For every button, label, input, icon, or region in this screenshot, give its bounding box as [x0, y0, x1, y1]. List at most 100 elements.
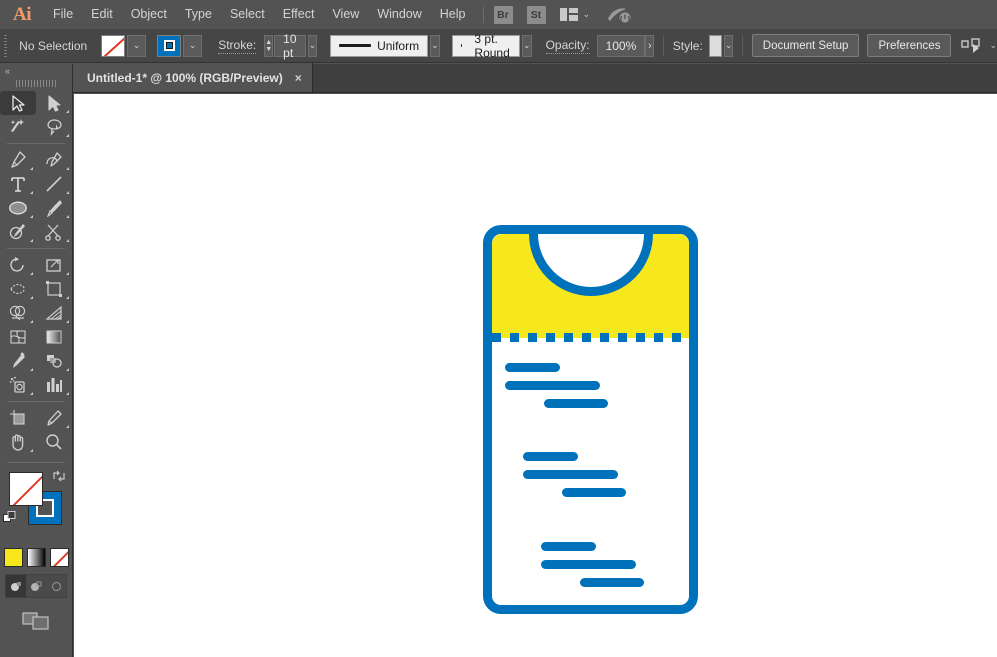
card-illustration[interactable]: [483, 225, 707, 623]
menu-item-edit[interactable]: Edit: [82, 0, 122, 29]
text-bar[interactable]: [562, 488, 626, 497]
color-swatch[interactable]: [4, 548, 23, 567]
menu-item-type[interactable]: Type: [176, 0, 221, 29]
text-bar[interactable]: [523, 452, 578, 461]
stroke-weight-label[interactable]: Stroke:: [218, 38, 256, 54]
document-tab-title: Untitled-1* @ 100% (RGB/Preview): [87, 71, 283, 85]
stroke-weight-input[interactable]: 10 pt: [274, 35, 305, 57]
preferences-button[interactable]: Preferences: [867, 34, 951, 57]
document-setup-button[interactable]: Document Setup: [752, 34, 860, 57]
illustrator-window: Ai File Edit Object Type Select Effect V…: [0, 0, 997, 657]
graphic-style-swatch[interactable]: [709, 35, 722, 57]
menu-item-help[interactable]: Help: [431, 0, 475, 29]
slice-tool[interactable]: [36, 406, 72, 430]
perspective-grid-tool[interactable]: [36, 301, 72, 325]
menu-item-window[interactable]: Window: [368, 0, 430, 29]
stroke-dropdown-button[interactable]: ⌄: [183, 35, 202, 57]
stroke-profile-select[interactable]: Uniform: [330, 35, 428, 57]
style-dropdown-button[interactable]: ⌄: [724, 35, 734, 57]
text-bar[interactable]: [541, 542, 596, 551]
selection-tool[interactable]: [0, 91, 36, 115]
width-tool[interactable]: [0, 277, 36, 301]
change-screen-mode-button[interactable]: [0, 610, 72, 632]
ellipse-tool[interactable]: [0, 196, 36, 220]
close-icon[interactable]: ×: [295, 71, 302, 85]
free-transform-tool[interactable]: [36, 277, 72, 301]
column-graph-tool[interactable]: [36, 373, 72, 397]
brush-preview-icon: [461, 44, 463, 47]
align-to-selection-icon[interactable]: [961, 38, 983, 54]
stroke-swatch-group[interactable]: ⌄: [157, 35, 202, 57]
shaper-tool[interactable]: [0, 220, 36, 244]
mesh-tool[interactable]: [0, 325, 36, 349]
fill-swatch-group[interactable]: ⌄: [101, 35, 146, 57]
zoom-tool[interactable]: [36, 430, 72, 454]
line-segment-tool[interactable]: [36, 172, 72, 196]
brush-definition-dropdown-button[interactable]: ⌄: [522, 35, 532, 57]
menu-item-select[interactable]: Select: [221, 0, 274, 29]
artboard-tool[interactable]: [0, 406, 36, 430]
text-bar[interactable]: [544, 399, 608, 408]
stroke-swatch-blue[interactable]: [157, 35, 181, 57]
type-tool[interactable]: [0, 172, 36, 196]
card-perforation-line[interactable]: [492, 333, 689, 342]
artboard-canvas[interactable]: [74, 94, 997, 657]
text-bar[interactable]: [505, 381, 600, 390]
gradient-tool[interactable]: [36, 325, 72, 349]
menu-item-file[interactable]: File: [44, 0, 82, 29]
lasso-tool[interactable]: [36, 115, 72, 139]
menu-item-effect[interactable]: Effect: [274, 0, 324, 29]
arrange-documents-icon[interactable]: ⌄: [560, 8, 591, 21]
menu-item-view[interactable]: View: [323, 0, 368, 29]
direct-selection-tool[interactable]: [36, 91, 72, 115]
none-swatch[interactable]: [50, 548, 69, 567]
symbol-sprayer-tool[interactable]: [0, 373, 36, 397]
control-bar-grip[interactable]: [4, 35, 7, 57]
align-dropdown-chevron-icon[interactable]: ⌄: [989, 41, 997, 50]
curvature-tool[interactable]: [36, 148, 72, 172]
collapse-panel-icon[interactable]: «: [0, 64, 72, 78]
opacity-input[interactable]: 100%: [597, 35, 646, 57]
rotate-tool[interactable]: [0, 253, 36, 277]
paintbrush-tool[interactable]: [36, 196, 72, 220]
pen-tool[interactable]: [0, 148, 36, 172]
card-header-fill[interactable]: [492, 234, 689, 338]
tools-panel: «: [0, 64, 73, 657]
text-bar[interactable]: [541, 560, 636, 569]
gradient-swatch[interactable]: [27, 548, 46, 567]
stroke-weight-dropdown-button[interactable]: ⌄: [308, 35, 318, 57]
adobe-stock-icon[interactable]: [606, 5, 632, 25]
drawing-modes-group: [5, 574, 67, 598]
eyedropper-tool[interactable]: [0, 349, 36, 373]
draw-normal-mode-button[interactable]: [6, 575, 26, 597]
swap-fill-stroke-icon[interactable]: [52, 469, 66, 483]
shape-builder-tool[interactable]: [0, 301, 36, 325]
blend-tool[interactable]: [36, 349, 72, 373]
default-fill-stroke-icon[interactable]: [3, 511, 17, 525]
document-tab[interactable]: Untitled-1* @ 100% (RGB/Preview) ×: [73, 63, 313, 92]
brush-definition-select[interactable]: 3 pt. Round: [452, 35, 520, 57]
text-bar[interactable]: [505, 363, 560, 372]
opacity-label[interactable]: Opacity:: [546, 38, 590, 54]
scale-tool[interactable]: [36, 253, 72, 277]
tools-panel-grip[interactable]: [16, 80, 56, 87]
stroke-profile-preview-icon: [339, 44, 371, 47]
text-bar[interactable]: [580, 578, 644, 587]
bridge-icon[interactable]: Br: [494, 6, 513, 24]
draw-inside-mode-button[interactable]: [46, 575, 66, 597]
opacity-options-button[interactable]: ›: [645, 35, 654, 57]
toolbar-fill-swatch[interactable]: [9, 472, 43, 506]
magic-wand-tool[interactable]: [0, 115, 36, 139]
fill-dropdown-button[interactable]: ⌄: [127, 35, 146, 57]
text-bar[interactable]: [523, 470, 618, 479]
scissors-tool[interactable]: [36, 220, 72, 244]
card-notch-shape[interactable]: [529, 234, 653, 296]
hand-tool[interactable]: [0, 430, 36, 454]
stroke-profile-dropdown-button[interactable]: ⌄: [430, 35, 440, 57]
stroke-weight-stepper[interactable]: ▲▼: [264, 35, 273, 57]
menu-item-object[interactable]: Object: [122, 0, 176, 29]
fill-swatch-none[interactable]: [101, 35, 125, 57]
stock-badge-icon[interactable]: St: [527, 6, 546, 24]
draw-behind-mode-button[interactable]: [26, 575, 46, 597]
tool-divider-4: [7, 462, 65, 463]
